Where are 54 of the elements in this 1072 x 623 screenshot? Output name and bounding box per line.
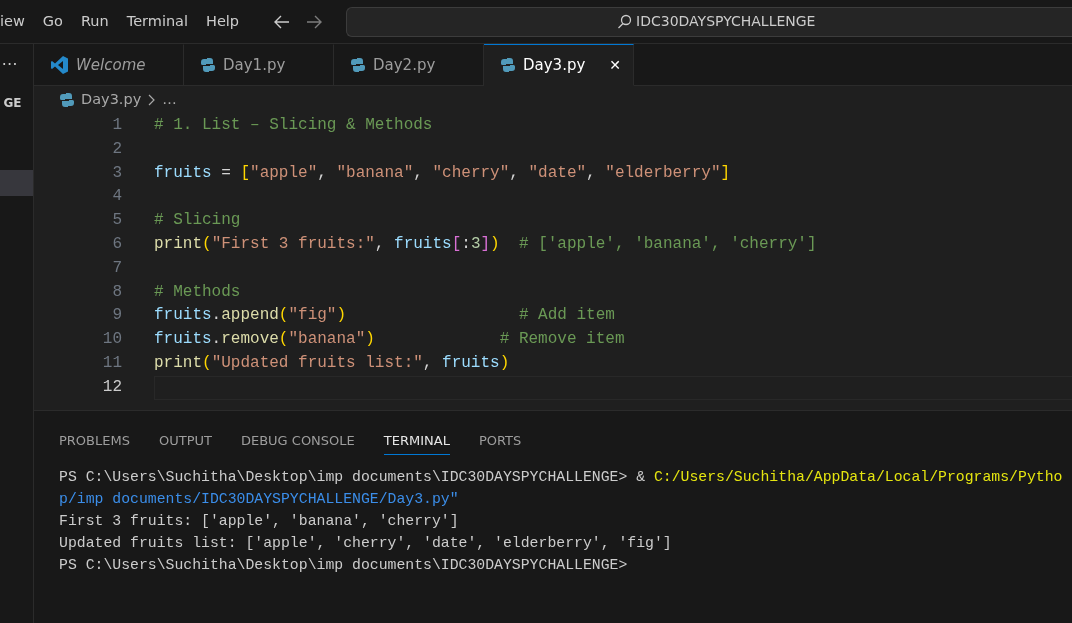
code-line: # Methods [154,282,241,301]
editor-tab[interactable]: Day3.py ✕ [484,44,634,86]
line-number: 12 [101,376,122,398]
menu-item[interactable]: Go [33,10,72,33]
editor-tab[interactable]: Welcome [34,44,184,86]
terminal-line: First 3 fruits: ['apple', 'banana', 'cherry'] [59,512,459,529]
menu-item[interactable]: Run [71,10,118,33]
chevron-icon [147,93,157,107]
line-number: 3 [111,162,122,184]
panel-tab[interactable]: TERMINAL [383,427,450,455]
code-line: # Slicing [154,211,241,230]
more-actions[interactable]: ⋯ [1,56,18,72]
breadcrumb-more[interactable]: … [162,89,177,111]
menu-item[interactable]: iew [0,10,34,33]
line-number: 1 [111,115,122,136]
editor-logo-icon [50,55,69,75]
line-number: 8 [111,281,122,303]
python-icon [500,57,516,73]
code-line: fruits.remove("banana") # Remove item [154,330,625,349]
line-number: 4 [111,186,122,208]
python-icon [59,92,75,108]
terminal-line: Updated fruits list: ['apple', 'cherry', 'date', 'elderberry', 'fig'] [59,534,672,551]
search-icon [617,14,633,29]
menu-item[interactable]: Terminal [117,10,197,33]
line-number: 6 [111,234,122,255]
code-line: # 1. List – Slicing & Methods [154,116,433,134]
search-text: IDC30DAYSPYCHALLENGE [636,12,816,31]
python-icon [350,57,366,73]
menu-item[interactable]: Help [197,10,249,33]
line-number: 5 [111,210,122,232]
code-line: print("First 3 fruits:", fruits[:3]) # ['apple', 'banana', 'cherry'] [154,235,817,253]
line-number: 11 [101,352,122,374]
terminal-line: PS C:\Users\Suchitha\Desktop\imp documents\IDC30DAYSPYCHALLENGE> [59,556,628,573]
terminal-line: p/imp documents/IDC30DAYSPYCHALLENGE/Day3.py" [59,490,459,507]
panel-tab[interactable]: PROBLEMS [59,427,130,455]
code-line: fruits = ["apple", "banana", "cherry", "date", "elderberry"] [154,163,731,182]
python-icon [200,57,216,73]
close-button[interactable]: ✕ [609,54,621,76]
sidebar-heading: GE [3,95,22,112]
selected-row [0,170,33,196]
terminal-line: PS C:\Users\Suchitha\Desktop\imp documents\IDC30DAYSPYCHALLENGE> & C:/Users/Suchitha/AppData/Local/Programs/Pytho [59,468,1063,485]
editor-tab[interactable]: Day2.py [334,44,484,86]
line-number: 9 [111,305,122,327]
panel-tab[interactable]: OUTPUT [158,427,212,455]
search-field[interactable]: IDC30DAYSPYCHALLENGE [346,6,1072,37]
code-line: fruits.append("fig") # Add item [154,306,615,325]
line-number: 10 [101,329,122,351]
panel-tab[interactable]: DEBUG CONSOLE [240,427,355,455]
code-line: print("Updated fruits list:", fruits) [154,353,510,372]
panel-tab[interactable]: PORTS [478,427,522,455]
line-number: 7 [111,257,122,279]
editor-tab[interactable]: Day1.py [184,44,334,86]
breadcrumb-file[interactable]: Day3.py [81,89,142,111]
line-number: 2 [111,138,122,160]
